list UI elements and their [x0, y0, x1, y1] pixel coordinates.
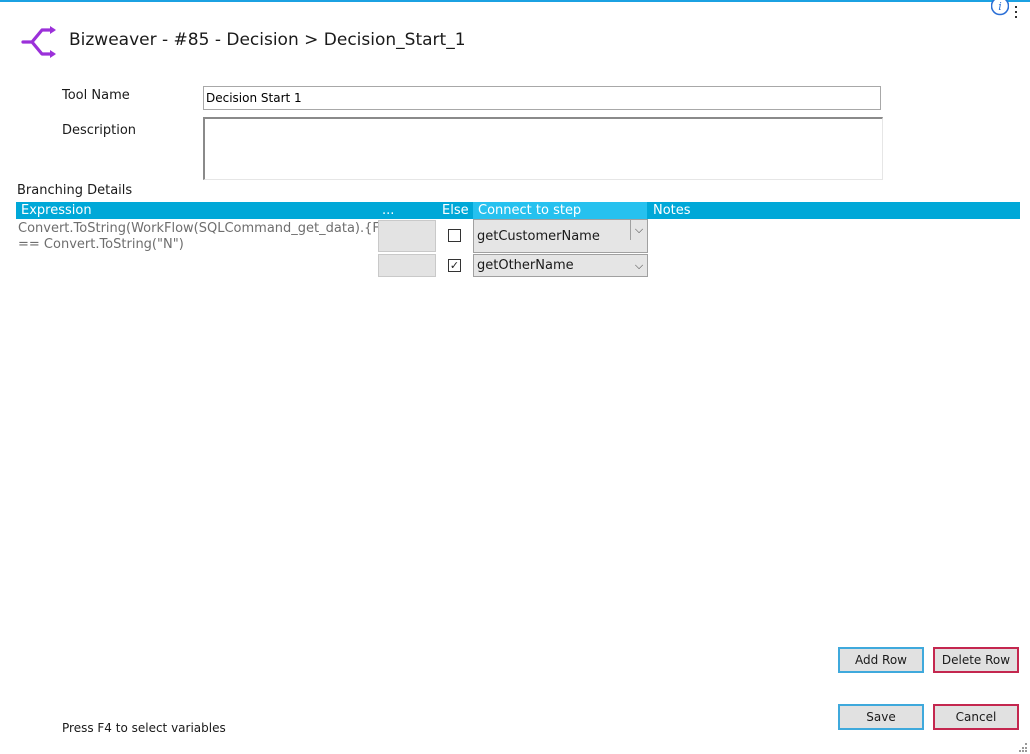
else-checkbox[interactable]: [448, 229, 461, 242]
column-header-dots[interactable]: ...: [382, 202, 394, 219]
delete-row-button[interactable]: Delete Row: [933, 647, 1019, 673]
vertical-dots-icon[interactable]: [1014, 4, 1018, 18]
else-checkbox[interactable]: ✓: [448, 259, 461, 272]
description-label: Description: [62, 123, 137, 138]
expression-line: Convert.ToString(WorkFlow(SQLCommand_get…: [18, 221, 378, 236]
chevron-down-icon[interactable]: ⌵: [630, 220, 647, 240]
branching-details-label: Branching Details: [17, 183, 133, 198]
connect-to-step-dropdown[interactable]: getCustomerName ⌵: [473, 219, 648, 253]
add-row-button[interactable]: Add Row: [838, 647, 924, 673]
cancel-button[interactable]: Cancel: [933, 704, 1019, 730]
column-header-expression[interactable]: Expression: [21, 202, 92, 219]
info-icon[interactable]: i: [990, 0, 1010, 16]
decision-branch-icon: [20, 24, 56, 60]
chevron-down-icon[interactable]: ⌵: [631, 255, 647, 276]
window-title: Bizweaver - #85 - Decision > Decision_St…: [69, 30, 466, 50]
branching-grid-header: Expression ... Else Connect to step Note…: [16, 202, 1020, 219]
column-header-else[interactable]: Else: [442, 202, 469, 219]
connect-to-step-value: getCustomerName: [477, 229, 600, 244]
column-header-connect-to-step[interactable]: Connect to step: [473, 202, 647, 219]
expression-builder-button[interactable]: [378, 254, 436, 277]
status-hint: Press F4 to select variables: [62, 721, 226, 735]
window-top-border: [0, 0, 1030, 2]
expression-builder-button[interactable]: [378, 220, 436, 252]
tool-name-label: Tool Name: [62, 88, 130, 103]
svg-text:i: i: [998, 0, 1002, 13]
expression-line: == Convert.ToString("N"): [18, 237, 184, 252]
description-input[interactable]: [203, 117, 883, 180]
connect-to-step-dropdown[interactable]: getOtherName ⌵: [473, 254, 648, 277]
column-header-notes[interactable]: Notes: [653, 202, 691, 219]
connect-to-step-value: getOtherName: [477, 258, 574, 273]
expression-cell[interactable]: Convert.ToString(WorkFlow(SQLCommand_get…: [18, 221, 378, 257]
save-button[interactable]: Save: [838, 704, 924, 730]
resize-grip-icon[interactable]: [1018, 742, 1028, 752]
tool-name-input[interactable]: [203, 86, 881, 110]
